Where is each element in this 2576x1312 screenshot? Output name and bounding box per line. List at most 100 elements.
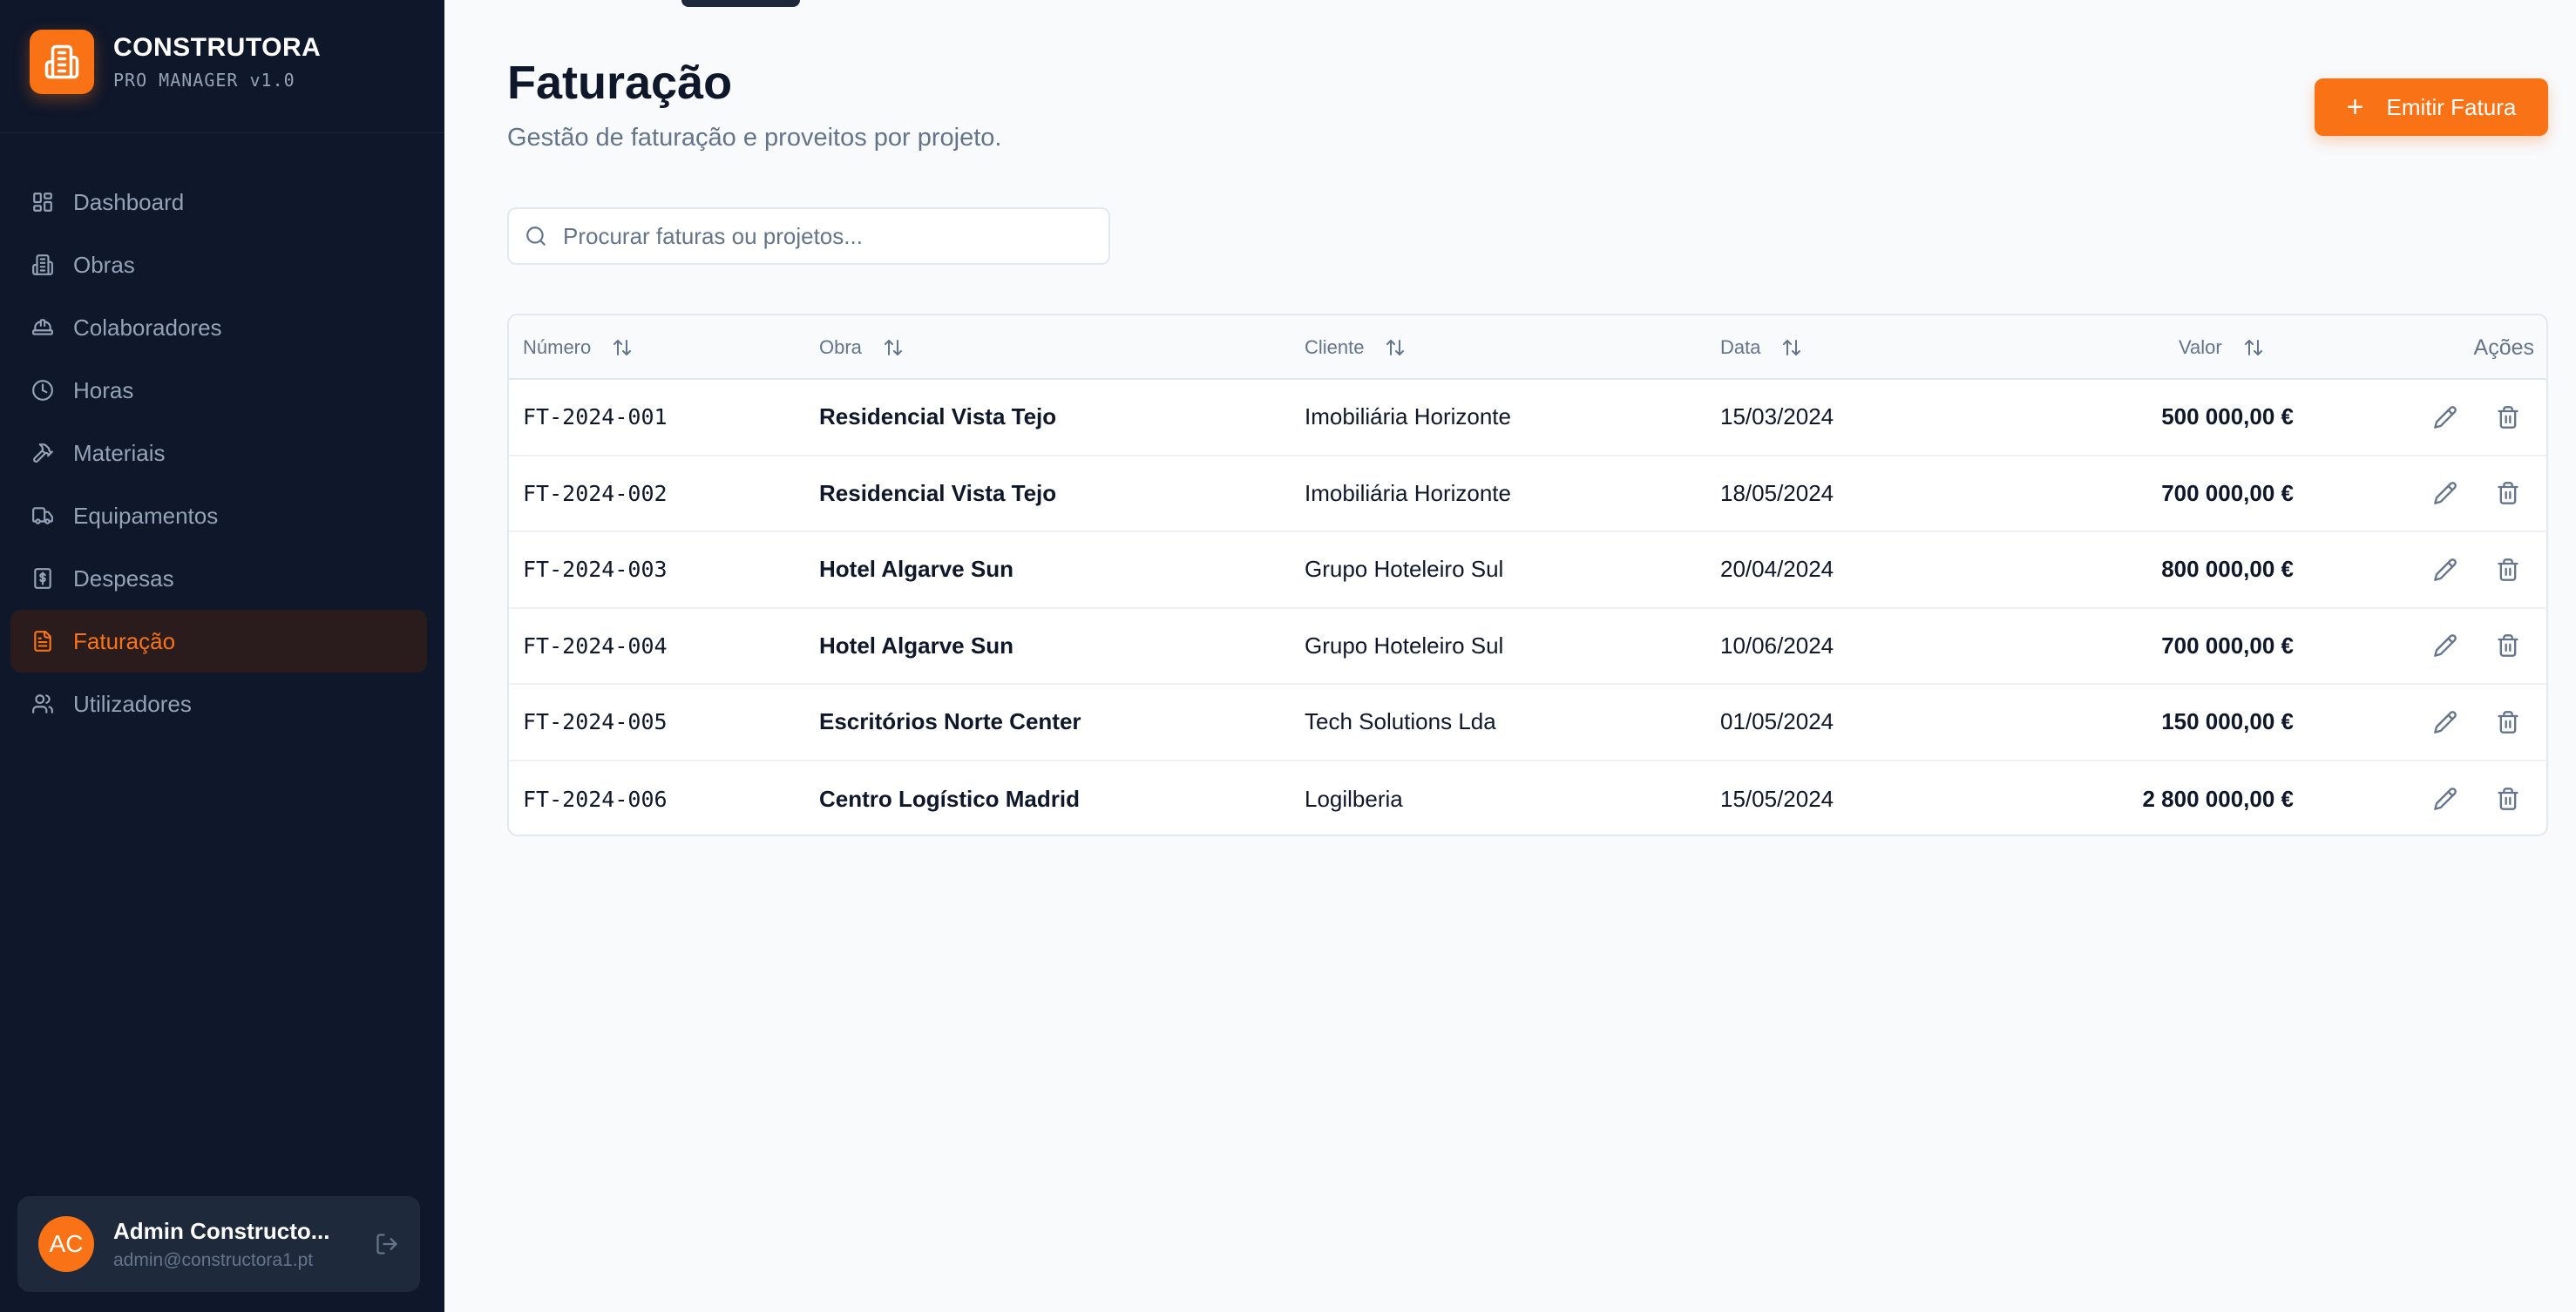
hardhat-icon [30,314,56,341]
cell-obra: Hotel Algarve Sun [819,556,1013,583]
cell-obra: Escritórios Norte Center [819,708,1081,735]
column-header-numero[interactable]: Número [523,315,633,380]
cell-obra: Residencial Vista Tejo [819,479,1057,506]
sidebar-item-label: Despesas [73,565,174,592]
edit-icon[interactable] [2433,685,2457,760]
cell-valor: 500 000,00 € [2161,403,2294,430]
column-header-label: Cliente [1305,336,1365,358]
sidebar-item-colaboradores[interactable]: Colaboradores [10,296,427,359]
column-header-label: Valor [2179,336,2222,358]
trash-icon[interactable] [2496,761,2520,835]
cell-obra: Residencial Vista Tejo [819,403,1057,430]
brand[interactable]: CONSTRUTORA PRO MANAGER v1.0 [30,30,321,94]
plus-icon: + [2346,91,2364,124]
invoices-table: Número Obra Cliente Data Valor Ações FT-… [507,314,2548,836]
trash-icon[interactable] [2496,456,2520,531]
sidebar-item-materiais[interactable]: Materiais [10,422,427,484]
column-header-label: Data [1720,336,1761,358]
search-icon [525,225,547,247]
clock-icon [30,377,56,403]
sidebar-item-label: Dashboard [73,188,185,215]
edit-icon[interactable] [2433,380,2457,455]
table-row[interactable]: FT-2024-005 Escritórios Norte Center Tec… [509,685,2546,761]
cell-numero: FT-2024-002 [523,480,668,506]
page-subtitle: Gestão de faturação e proveitos por proj… [507,124,1002,152]
cell-numero: FT-2024-006 [523,786,668,812]
edit-icon[interactable] [2433,609,2457,684]
sidebar-item-label: Materiais [73,439,166,466]
sidebar-item-faturacao[interactable]: Faturação [10,610,427,673]
cell-valor: 2 800 000,00 € [2142,785,2295,812]
edit-icon[interactable] [2433,532,2457,607]
building-logo-icon [30,30,94,94]
column-header-cliente[interactable]: Cliente [1305,315,1406,380]
sidebar-item-despesas[interactable]: Despesas [10,547,427,610]
brand-subtitle: PRO MANAGER v1.0 [113,70,295,91]
cell-cliente: Logilberia [1305,785,1403,812]
search-box [507,207,1110,265]
page-title: Faturação [507,57,733,109]
cell-numero: FT-2024-001 [523,404,668,430]
sidebar-item-label: Equipamentos [73,502,219,529]
column-header-acoes: Ações [2473,335,2534,360]
column-header-data[interactable]: Data [1720,315,1802,380]
sidebar-item-horas[interactable]: Horas [10,359,427,422]
emit-invoice-label: Emitir Fatura [2386,93,2517,120]
table-row[interactable]: FT-2024-006 Centro Logístico Madrid Logi… [509,761,2546,835]
cell-data: 15/05/2024 [1720,785,1834,812]
table-row[interactable]: FT-2024-002 Residencial Vista Tejo Imobi… [509,456,2546,532]
trash-icon[interactable] [2496,685,2520,760]
cell-cliente: Grupo Hoteleiro Sul [1305,632,1504,659]
top-tab-handle [681,0,800,7]
cell-data: 01/05/2024 [1720,708,1834,735]
logout-icon[interactable] [371,1228,403,1260]
column-header-obra[interactable]: Obra [819,315,904,380]
cell-valor: 700 000,00 € [2161,479,2294,506]
sort-icon [1781,337,1802,358]
avatar[interactable]: AC [38,1216,94,1272]
table-header: Número Obra Cliente Data Valor Ações [509,315,2546,380]
edit-icon[interactable] [2433,456,2457,531]
sidebar-item-obras[interactable]: Obras [10,233,427,296]
cell-cliente: Imobiliária Horizonte [1305,403,1511,430]
column-header-valor[interactable]: Valor [2179,315,2264,380]
sidebar-item-label: Horas [73,376,134,403]
user-card: AC Admin Constructo... admin@constructor… [17,1196,420,1292]
trash-icon[interactable] [2496,380,2520,455]
sidebar-divider [0,132,444,133]
cell-data: 18/05/2024 [1720,479,1834,506]
trash-icon[interactable] [2496,609,2520,684]
receipt-icon [30,565,56,592]
sidebar-item-label: Faturação [73,627,176,654]
cell-data: 20/04/2024 [1720,556,1834,583]
sidebar-item-utilizadores[interactable]: Utilizadores [10,673,427,735]
sidebar-nav: Dashboard Obras Colaboradores Horas Mate… [10,171,427,735]
cell-valor: 700 000,00 € [2161,632,2294,659]
emit-invoice-button[interactable]: + Emitir Fatura [2315,78,2548,136]
sidebar-item-label: Obras [73,251,135,278]
brand-name: CONSTRUTORA [113,33,322,62]
dashboard-icon [30,189,56,215]
user-name: Admin Constructo... [113,1217,330,1244]
sort-icon [2243,337,2264,358]
sort-icon [883,337,904,358]
sidebar-item-dashboard[interactable]: Dashboard [10,171,427,233]
building-icon [30,252,56,278]
cell-cliente: Tech Solutions Lda [1305,708,1496,735]
cell-cliente: Grupo Hoteleiro Sul [1305,556,1504,583]
hammer-icon [30,440,56,466]
sidebar-item-equipamentos[interactable]: Equipamentos [10,484,427,547]
sort-icon [612,337,633,358]
table-row[interactable]: FT-2024-003 Hotel Algarve Sun Grupo Hote… [509,532,2546,609]
file-text-icon [30,628,56,654]
cell-obra: Centro Logístico Madrid [819,785,1080,812]
table-row[interactable]: FT-2024-004 Hotel Algarve Sun Grupo Hote… [509,609,2546,685]
cell-valor: 150 000,00 € [2161,708,2294,735]
edit-icon[interactable] [2433,761,2457,835]
search-input[interactable] [563,222,1086,250]
user-email: admin@constructora1.pt [113,1249,314,1270]
table-row[interactable]: FT-2024-001 Residencial Vista Tejo Imobi… [509,380,2546,456]
cell-cliente: Imobiliária Horizonte [1305,479,1511,506]
trash-icon[interactable] [2496,532,2520,607]
sidebar: CONSTRUTORA PRO MANAGER v1.0 Dashboard O… [0,0,444,1312]
